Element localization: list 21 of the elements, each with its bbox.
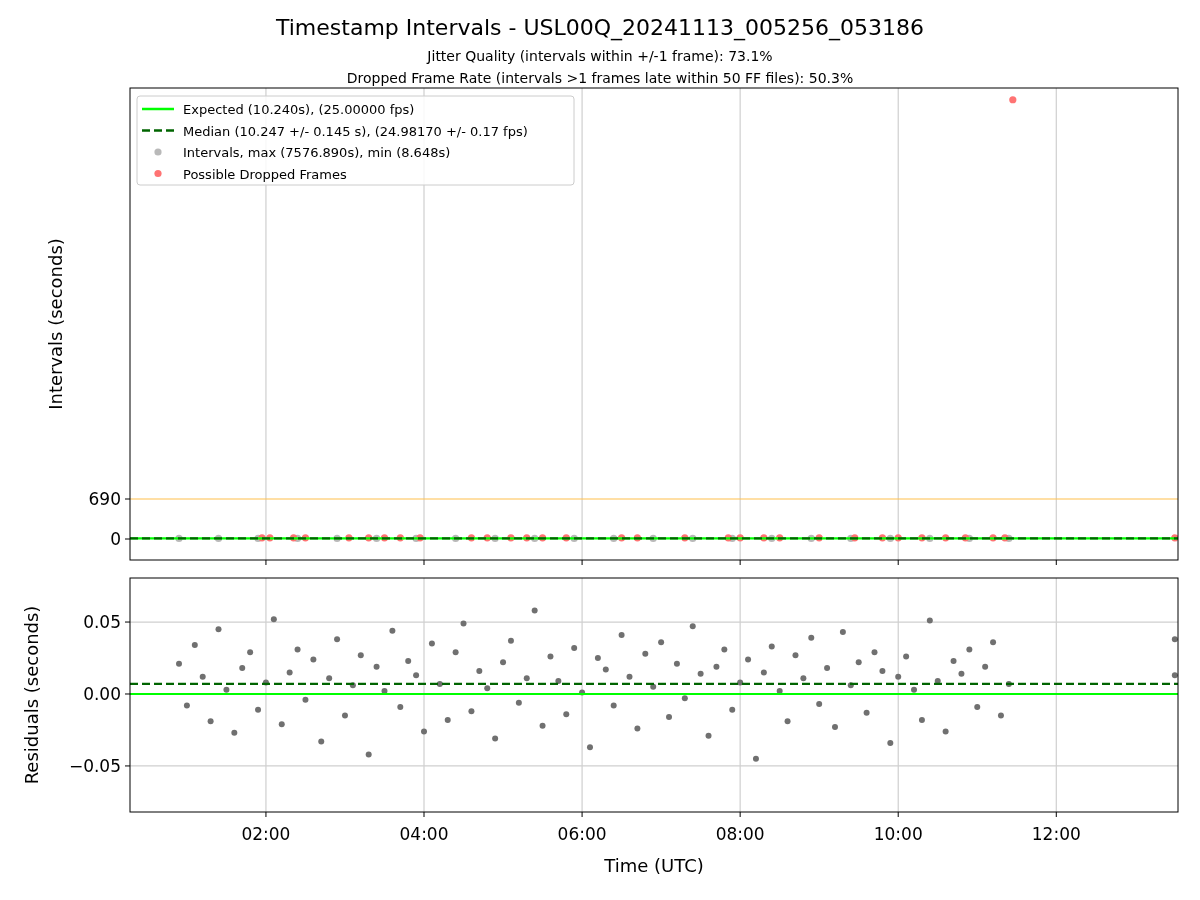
axis-label: Residuals (seconds) [21, 605, 42, 785]
tick-label: 02:00 [241, 824, 291, 844]
legend-label: Possible Dropped Frames [183, 166, 347, 182]
chart-subtitle: Dropped Frame Rate (intervals >1 frames late within 50 FF files): 50.3% [346, 69, 854, 88]
tick-label: 04:00 [399, 824, 449, 844]
tick-label: 690 [88, 489, 121, 509]
chart-subtitle: Jitter Quality (intervals within +/-1 frame): 73.1% [427, 47, 773, 66]
legend-label: Median (10.247 +/- 0.145 s), (24.98170 +/- 0.17 fps) [183, 123, 528, 139]
tick-label: 06:00 [557, 824, 607, 844]
tick-label: 08:00 [715, 824, 765, 844]
tick-label: 0 [110, 529, 121, 549]
tick-label: 0.05 [83, 612, 121, 633]
axis-label: Intervals (seconds) [45, 238, 66, 410]
axis-label: Time (UTC) [604, 855, 704, 876]
legend-label: Expected (10.240s), (25.00000 fps) [183, 102, 415, 117]
legend-label: Intervals, max (7576.890s), min (8.648s) [183, 145, 451, 160]
tick-label: 0.00 [83, 684, 121, 704]
tick-label: −0.05 [68, 755, 121, 776]
chart-title: Timestamp Intervals - USL00Q_20241113_005256_053186 [276, 15, 924, 41]
tick-label: 10:00 [873, 824, 923, 844]
tick-label: 12:00 [1031, 824, 1081, 844]
